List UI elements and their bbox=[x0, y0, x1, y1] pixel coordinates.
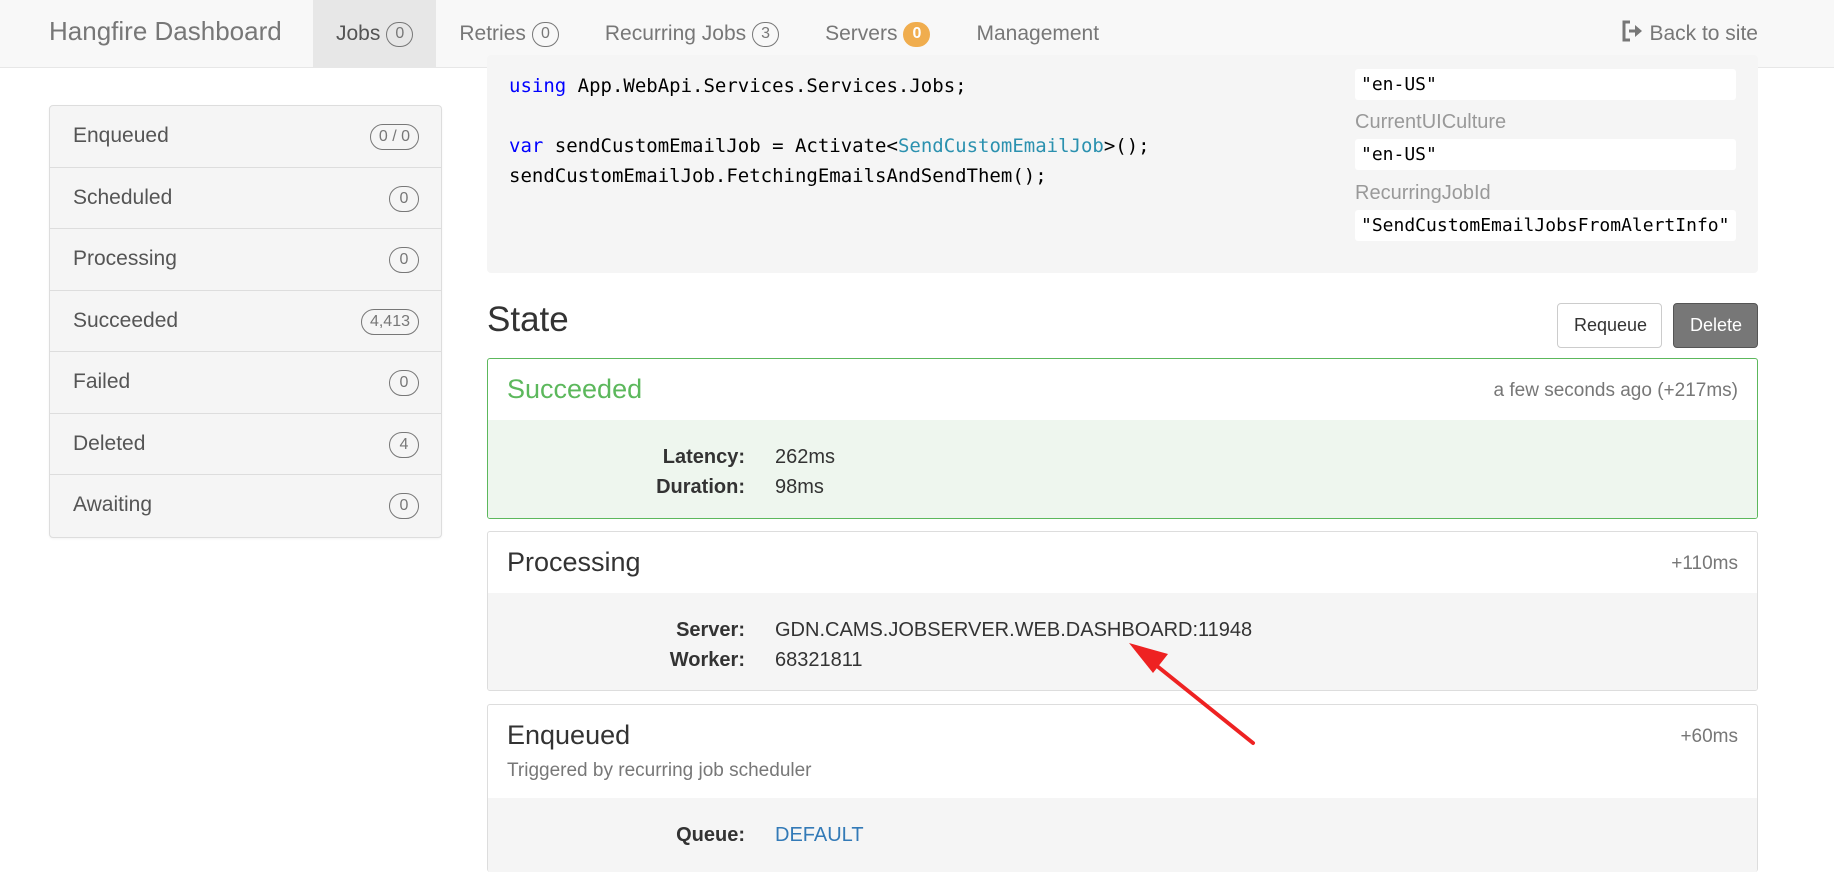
sidebar-item-count: 0 bbox=[389, 493, 419, 519]
nav-jobs-badge: 0 bbox=[386, 21, 414, 47]
state-detail-value: 68321811 bbox=[775, 649, 863, 671]
param-recurring-job-id-label: RecurringJobId bbox=[1355, 182, 1491, 204]
sidebar-item-count: 0 bbox=[389, 370, 419, 396]
state-card-header: Succeeded a few seconds ago (+217ms) bbox=[488, 359, 1757, 420]
param-current-culture-value: "en-US" bbox=[1355, 69, 1736, 100]
state-card-processing: Processing +110ms Server: GDN.CAMS.JOBSE… bbox=[487, 531, 1758, 691]
state-detail-row: Queue: DEFAULT bbox=[488, 820, 1757, 850]
job-code-panel: using App.WebApi.Services.Services.Jobs;… bbox=[487, 55, 1758, 273]
state-detail-key: Queue: bbox=[676, 824, 745, 846]
state-detail-row: Duration: 98ms bbox=[488, 472, 1757, 502]
job-state-sidebar: Enqueued 0 / 0 Scheduled 0 Processing 0 … bbox=[49, 105, 442, 538]
state-detail-row: Worker: 68321811 bbox=[488, 645, 1757, 675]
state-card-body: Queue: DEFAULT bbox=[488, 798, 1757, 872]
sidebar-item-label: Deleted bbox=[73, 431, 146, 455]
sidebar-item-label: Failed bbox=[73, 370, 131, 393]
state-card-body: Server: GDN.CAMS.JOBSERVER.WEB.DASHBOARD… bbox=[488, 593, 1757, 690]
sidebar-item-count: 0 bbox=[389, 247, 419, 273]
state-card-title: Succeeded bbox=[507, 374, 643, 404]
param-recurring-job-id-value: "SendCustomEmailJobsFromAlertInfo" bbox=[1355, 210, 1736, 241]
state-detail-key: Latency: bbox=[662, 446, 745, 468]
queue-link[interactable]: DEFAULT bbox=[745, 820, 864, 850]
state-card-header: Processing +110ms bbox=[488, 532, 1757, 593]
code-keyword: var bbox=[509, 135, 544, 157]
sidebar-item-count: 0 / 0 bbox=[369, 124, 419, 150]
job-code-block: using App.WebApi.Services.Services.Jobs;… bbox=[509, 71, 1150, 191]
param-ui-culture-label: CurrentUICulture bbox=[1355, 111, 1507, 133]
sidebar-item-label: Scheduled bbox=[73, 185, 173, 209]
state-detail-value: 262ms bbox=[775, 446, 836, 468]
state-detail-row: Server: GDN.CAMS.JOBSERVER.WEB.DASHBOARD… bbox=[488, 615, 1757, 645]
state-card-title: Enqueued bbox=[507, 720, 631, 750]
sidebar-item-label: Enqueued bbox=[73, 124, 169, 147]
sidebar-item-succeeded[interactable]: Succeeded 4,413 bbox=[50, 291, 441, 352]
state-detail-key: Server: bbox=[676, 619, 745, 641]
state-card-enqueued: Enqueued +60ms Triggered by recurring jo… bbox=[487, 704, 1758, 872]
state-heading: State bbox=[487, 300, 569, 339]
code-text: App.WebApi.Services.Services.Jobs; bbox=[566, 75, 967, 97]
nav-jobs-label: Jobs bbox=[336, 22, 381, 45]
sign-out-icon bbox=[1622, 20, 1643, 42]
sidebar-item-enqueued[interactable]: Enqueued 0 / 0 bbox=[50, 106, 441, 168]
sidebar-item-scheduled[interactable]: Scheduled 0 bbox=[50, 168, 441, 229]
sidebar-item-label: Succeeded bbox=[73, 308, 179, 332]
brand-link[interactable]: Hangfire Dashboard bbox=[49, 0, 282, 68]
state-detail-value: 98ms bbox=[775, 476, 824, 498]
sidebar-item-count: 4,413 bbox=[360, 308, 419, 335]
code-keyword: using bbox=[509, 75, 567, 97]
state-detail-key: Worker: bbox=[669, 649, 745, 671]
state-card-title: Processing bbox=[507, 547, 641, 577]
sidebar-item-count: 0 bbox=[389, 185, 419, 212]
sidebar-item-failed[interactable]: Failed 0 bbox=[50, 352, 441, 414]
nav-jobs[interactable]: Jobs 0 bbox=[313, 0, 437, 68]
state-card-body: Latency: 262ms Duration: 98ms bbox=[488, 420, 1757, 518]
nav-retries-badge: 0 bbox=[531, 21, 559, 47]
code-text: >(); bbox=[1103, 135, 1150, 157]
requeue-button[interactable]: Requeue bbox=[1557, 303, 1662, 348]
state-card-succeeded: Succeeded a few seconds ago (+217ms) Lat… bbox=[487, 358, 1758, 519]
param-ui-culture-value: "en-US" bbox=[1355, 139, 1736, 170]
sidebar-item-label: Awaiting bbox=[73, 493, 152, 516]
state-detail-key: Duration: bbox=[656, 476, 745, 498]
delete-button[interactable]: Delete bbox=[1673, 303, 1758, 348]
code-type-name: SendCustomEmailJob bbox=[897, 135, 1104, 157]
code-text: sendCustomEmailJob = Activate< bbox=[543, 135, 898, 157]
nav-servers-badge: 0 bbox=[903, 21, 931, 47]
state-card-time: +110ms bbox=[1671, 553, 1738, 574]
state-card-time: +60ms bbox=[1680, 726, 1738, 747]
state-card-time: a few seconds ago (+217ms) bbox=[1493, 380, 1739, 401]
code-text: sendCustomEmailJob.FetchingEmailsAndSend… bbox=[509, 165, 1047, 187]
sidebar-item-awaiting[interactable]: Awaiting 0 bbox=[50, 475, 441, 537]
state-detail-value: GDN.CAMS.JOBSERVER.WEB.DASHBOARD:11948 bbox=[775, 619, 1253, 641]
sidebar-item-processing[interactable]: Processing 0 bbox=[50, 229, 441, 291]
nav-recurring-jobs-badge: 3 bbox=[752, 21, 780, 47]
state-card-subtitle: Triggered by recurring job scheduler bbox=[507, 760, 812, 781]
sidebar-item-label: Processing bbox=[73, 247, 177, 270]
sidebar-item-count: 4 bbox=[389, 431, 419, 458]
state-detail-row: Latency: 262ms bbox=[488, 442, 1757, 472]
state-card-header: Enqueued +60ms bbox=[488, 705, 1757, 760]
sidebar-item-deleted[interactable]: Deleted 4 bbox=[50, 414, 441, 475]
